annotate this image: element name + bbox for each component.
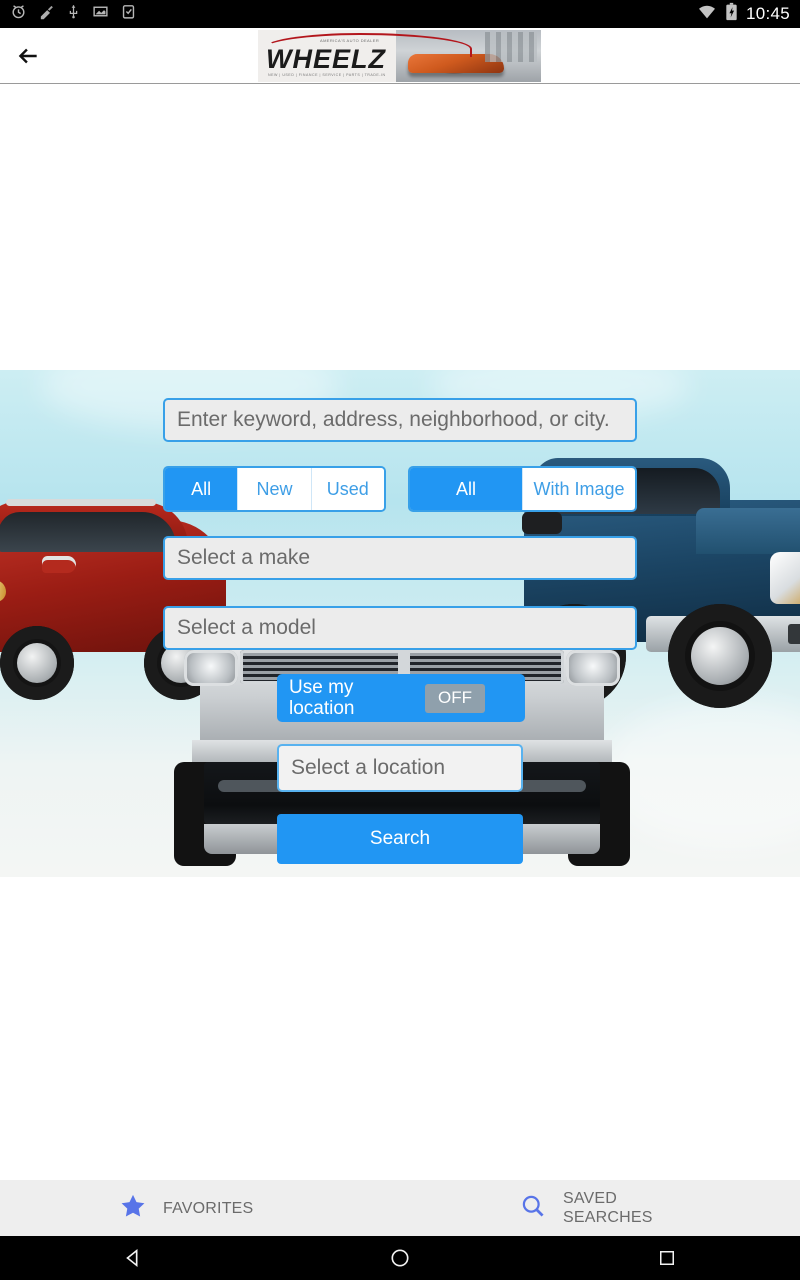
search-button[interactable]: Search <box>277 814 523 864</box>
condition-segmented-control: All New Used <box>163 466 386 512</box>
status-bar: 10:45 <box>0 0 800 28</box>
condition-option-all[interactable]: All <box>165 468 238 510</box>
tab-saved-searches-label: SAVED SEARCHES <box>563 1190 653 1226</box>
condition-option-used[interactable]: Used <box>310 468 384 510</box>
image-option-with-image[interactable]: With Image <box>522 468 635 510</box>
search-icon <box>519 1192 547 1225</box>
use-my-location-label: Use my location <box>289 677 355 719</box>
image-filter-segmented-control: All With Image <box>408 466 637 512</box>
wifi-icon <box>697 4 717 25</box>
tab-saved-searches[interactable]: SAVED SEARCHES <box>400 1180 800 1236</box>
nav-recents-button[interactable] <box>533 1248 800 1268</box>
android-nav-bar <box>0 1236 800 1280</box>
use-my-location-toggle[interactable]: OFF <box>425 683 485 713</box>
location-select[interactable]: Select a location <box>277 744 523 792</box>
search-form: Enter keyword, address, neighborhood, or… <box>0 370 800 877</box>
broom-icon <box>38 3 55 25</box>
use-my-location-row[interactable]: Use my location OFF <box>277 674 525 722</box>
back-button[interactable] <box>0 28 56 84</box>
tab-favorites-label: FAVORITES <box>163 1199 254 1217</box>
image-option-all[interactable]: All <box>410 468 522 510</box>
back-arrow-icon <box>18 48 37 63</box>
logo-wordmark: WHEELZ <box>266 44 386 74</box>
home-circle-icon <box>391 1249 409 1267</box>
nav-home-button[interactable] <box>267 1247 534 1269</box>
battery-charging-icon <box>725 2 738 26</box>
alarm-icon <box>10 3 27 25</box>
status-bar-left-icons <box>10 3 137 25</box>
app-screen: 10:45 AMERICA'S AUTO DEALER WHEELZ NEW |… <box>0 0 800 1280</box>
clipboard-icon <box>120 3 137 25</box>
status-bar-right-icons: 10:45 <box>697 2 790 26</box>
status-bar-clock: 10:45 <box>745 4 790 23</box>
star-icon <box>119 1192 147 1225</box>
usb-icon <box>66 3 81 25</box>
back-triangle-icon <box>126 1248 138 1268</box>
condition-option-new[interactable]: New <box>237 468 311 510</box>
keyword-input[interactable]: Enter keyword, address, neighborhood, or… <box>163 398 637 442</box>
dealer-logo-banner: AMERICA'S AUTO DEALER WHEELZ NEW | USED … <box>258 30 541 82</box>
hero-search-panel: Enter keyword, address, neighborhood, or… <box>0 370 800 877</box>
screenshot-icon <box>92 3 109 25</box>
logo-tagline-top: AMERICA'S AUTO DEALER <box>320 38 380 43</box>
tab-favorites[interactable]: FAVORITES <box>0 1180 400 1236</box>
recents-square-icon <box>659 1251 674 1265</box>
bottom-tab-bar: FAVORITES SAVED SEARCHES <box>0 1180 800 1236</box>
nav-back-button[interactable] <box>0 1247 267 1269</box>
model-select[interactable]: Select a model <box>163 606 637 650</box>
logo-tagline-bottom: NEW | USED | FINANCE | SERVICE | PARTS |… <box>268 73 386 77</box>
make-select[interactable]: Select a make <box>163 536 637 580</box>
